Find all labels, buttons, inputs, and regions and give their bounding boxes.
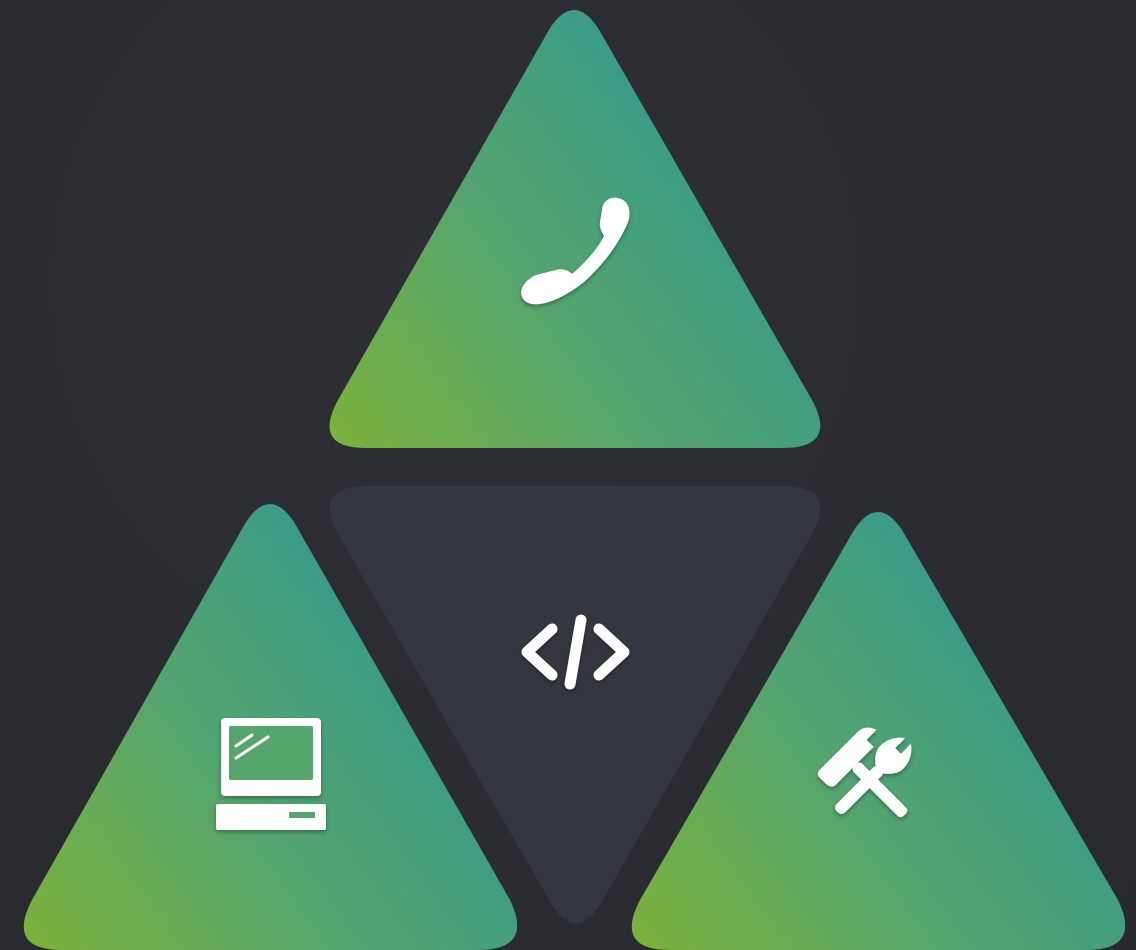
triangle-menu-canvas [23,10,1126,950]
tile-top[interactable] [329,10,821,448]
computer-icon [216,718,326,830]
triangle-menu [0,0,1136,950]
tile-top-shape [329,10,821,448]
